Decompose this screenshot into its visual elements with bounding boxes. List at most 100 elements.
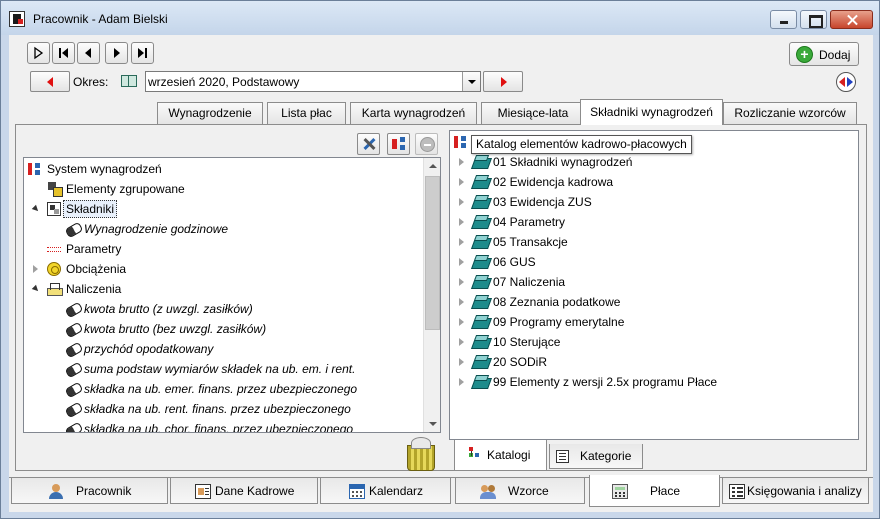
tree-item-label: składka na ub. chor. finans. przez ubezp… — [84, 422, 354, 433]
catalog-book-icon — [473, 355, 487, 369]
tab-rozliczanie-wzorcow[interactable]: Rozliczanie wzorców — [723, 102, 857, 124]
pill-icon — [66, 322, 80, 336]
tab-katalogi[interactable]: Katalogi — [454, 440, 547, 471]
book-icon[interactable] — [121, 74, 137, 87]
expand-icon[interactable] — [459, 358, 464, 366]
accruals-icon — [47, 282, 63, 296]
expand-icon[interactable] — [459, 218, 464, 226]
tab-karta-wynagrodzen[interactable]: Karta wynagrodzeń — [350, 102, 477, 124]
person-icon — [48, 484, 64, 499]
tools-icon — [362, 137, 376, 151]
scroll-up-icon[interactable] — [424, 158, 440, 175]
period-value: wrzesień 2020, Podstawowy — [148, 75, 300, 89]
expand-icon[interactable] — [459, 278, 464, 286]
trash-icon[interactable] — [405, 437, 435, 471]
tab-kalendarz[interactable]: Kalendarz — [320, 478, 451, 504]
catalog-item-label: 01 Składniki wynagrodzeń — [493, 155, 633, 169]
tab-label: Księgowania i analizy — [747, 484, 862, 498]
catalog-item-label: 06 GUS — [493, 255, 536, 269]
tab-place[interactable]: Płace — [589, 475, 720, 507]
tooltip: Katalog elementów kadrowo-płacowych — [471, 135, 692, 154]
catalog-item-label: 04 Parametry — [493, 215, 566, 229]
minimize-icon[interactable] — [770, 10, 797, 29]
list-icon — [556, 450, 569, 463]
first-record-icon — [28, 43, 49, 63]
tab-lista-plac[interactable]: Lista płac — [267, 102, 346, 124]
next-button[interactable] — [105, 42, 128, 64]
period-select[interactable]: wrzesień 2020, Podstawowy — [145, 71, 481, 92]
expand-icon[interactable] — [33, 265, 38, 273]
tab-wzorce[interactable]: Wzorce — [455, 478, 585, 504]
period-next-button[interactable] — [483, 71, 523, 92]
tab-kategorie[interactable]: Kategorie — [549, 444, 643, 469]
vertical-scrollbar[interactable] — [423, 158, 440, 432]
tree-item-label: kwota brutto (bez uwzgl. zasiłków) — [84, 322, 267, 336]
first-record-button[interactable] — [27, 42, 50, 64]
app-icon — [9, 11, 25, 27]
expand-icon[interactable] — [459, 178, 464, 186]
components-tree[interactable]: System wynagrodzeń Elementy zgrupowane S… — [23, 157, 441, 433]
expand-icon[interactable] — [459, 198, 464, 206]
navigation-icon[interactable] — [836, 72, 856, 92]
tab-dane-kadrowe[interactable]: Dane Kadrowe — [170, 478, 318, 504]
no-entry-icon — [420, 137, 435, 152]
title-bar[interactable]: Pracownik - Adam Bielski — [1, 1, 879, 35]
arrow-right-icon — [501, 77, 507, 87]
pill-icon — [66, 222, 80, 236]
window-title: Pracownik - Adam Bielski — [33, 12, 168, 26]
tab-pracownik[interactable]: Pracownik — [11, 478, 168, 504]
pill-icon — [66, 382, 80, 396]
group-icon — [48, 182, 63, 197]
calendar-icon — [349, 484, 365, 499]
tab-miesiace-lata[interactable]: Miesiące-lata — [481, 102, 585, 124]
expand-icon[interactable] — [459, 318, 464, 326]
expand-icon[interactable] — [459, 298, 464, 306]
scroll-down-icon[interactable] — [424, 415, 440, 432]
tab-label: Kategorie — [580, 449, 632, 463]
catalog-book-icon — [473, 215, 487, 229]
expand-icon[interactable] — [459, 158, 464, 166]
personnel-file-icon — [195, 484, 211, 499]
arrow-left-icon — [47, 77, 53, 87]
last-record-button[interactable] — [131, 42, 154, 64]
go-start-button[interactable] — [52, 42, 75, 64]
expand-icon[interactable] — [459, 338, 464, 346]
add-button[interactable]: + Dodaj — [789, 42, 859, 66]
tools-button[interactable] — [357, 133, 380, 155]
remove-button[interactable] — [415, 133, 438, 155]
pill-icon — [66, 302, 80, 316]
collapse-icon[interactable] — [31, 284, 41, 294]
distribute-button[interactable] — [387, 133, 410, 155]
tab-label: Karta wynagrodzeń — [361, 106, 466, 120]
catalog-book-icon — [473, 295, 487, 309]
last-record-icon — [132, 43, 153, 63]
tab-skladniki-wynagrodzen[interactable]: Składniki wynagrodzeń — [580, 99, 723, 125]
catalog-item-label: 07 Naliczenia — [493, 275, 566, 289]
tab-label: Miesiące-lata — [497, 106, 569, 120]
catalog-book-icon — [473, 375, 487, 389]
scroll-thumb[interactable] — [425, 176, 440, 330]
period-previous-button[interactable] — [30, 71, 70, 92]
tree-item-label: składka na ub. emer. finans. przez ubezp… — [84, 382, 358, 396]
tab-label: Kalendarz — [369, 484, 424, 498]
tree-item-label: Naliczenia — [66, 282, 122, 296]
catalog-item-label: 02 Ewidencja kadrowa — [493, 175, 614, 189]
tab-wynagrodzenie[interactable]: Wynagrodzenie — [157, 102, 263, 124]
expand-icon[interactable] — [459, 238, 464, 246]
chevron-down-icon[interactable] — [462, 72, 480, 91]
close-icon[interactable] — [830, 10, 873, 29]
skip-back-icon — [53, 43, 74, 63]
catalog-item-label: 20 SODiR — [493, 355, 548, 369]
collapse-icon[interactable] — [31, 204, 41, 214]
expand-icon[interactable] — [459, 258, 464, 266]
catalog-tree[interactable]: Katalog elementów kadrowo-płacowych 01 S… — [449, 130, 859, 440]
previous-button[interactable] — [77, 42, 100, 64]
tree-root[interactable]: Katalog elementów kadrowo-płacowych — [450, 133, 850, 154]
system-icon — [454, 135, 468, 149]
calculator-icon — [612, 484, 628, 499]
maximize-icon[interactable] — [800, 10, 827, 29]
tab-ksiegowania-i-analizy[interactable]: Księgowania i analizy — [722, 478, 869, 504]
expand-icon[interactable] — [459, 378, 464, 386]
catalog-book-icon — [473, 195, 487, 209]
tab-label: Lista płac — [281, 106, 332, 120]
